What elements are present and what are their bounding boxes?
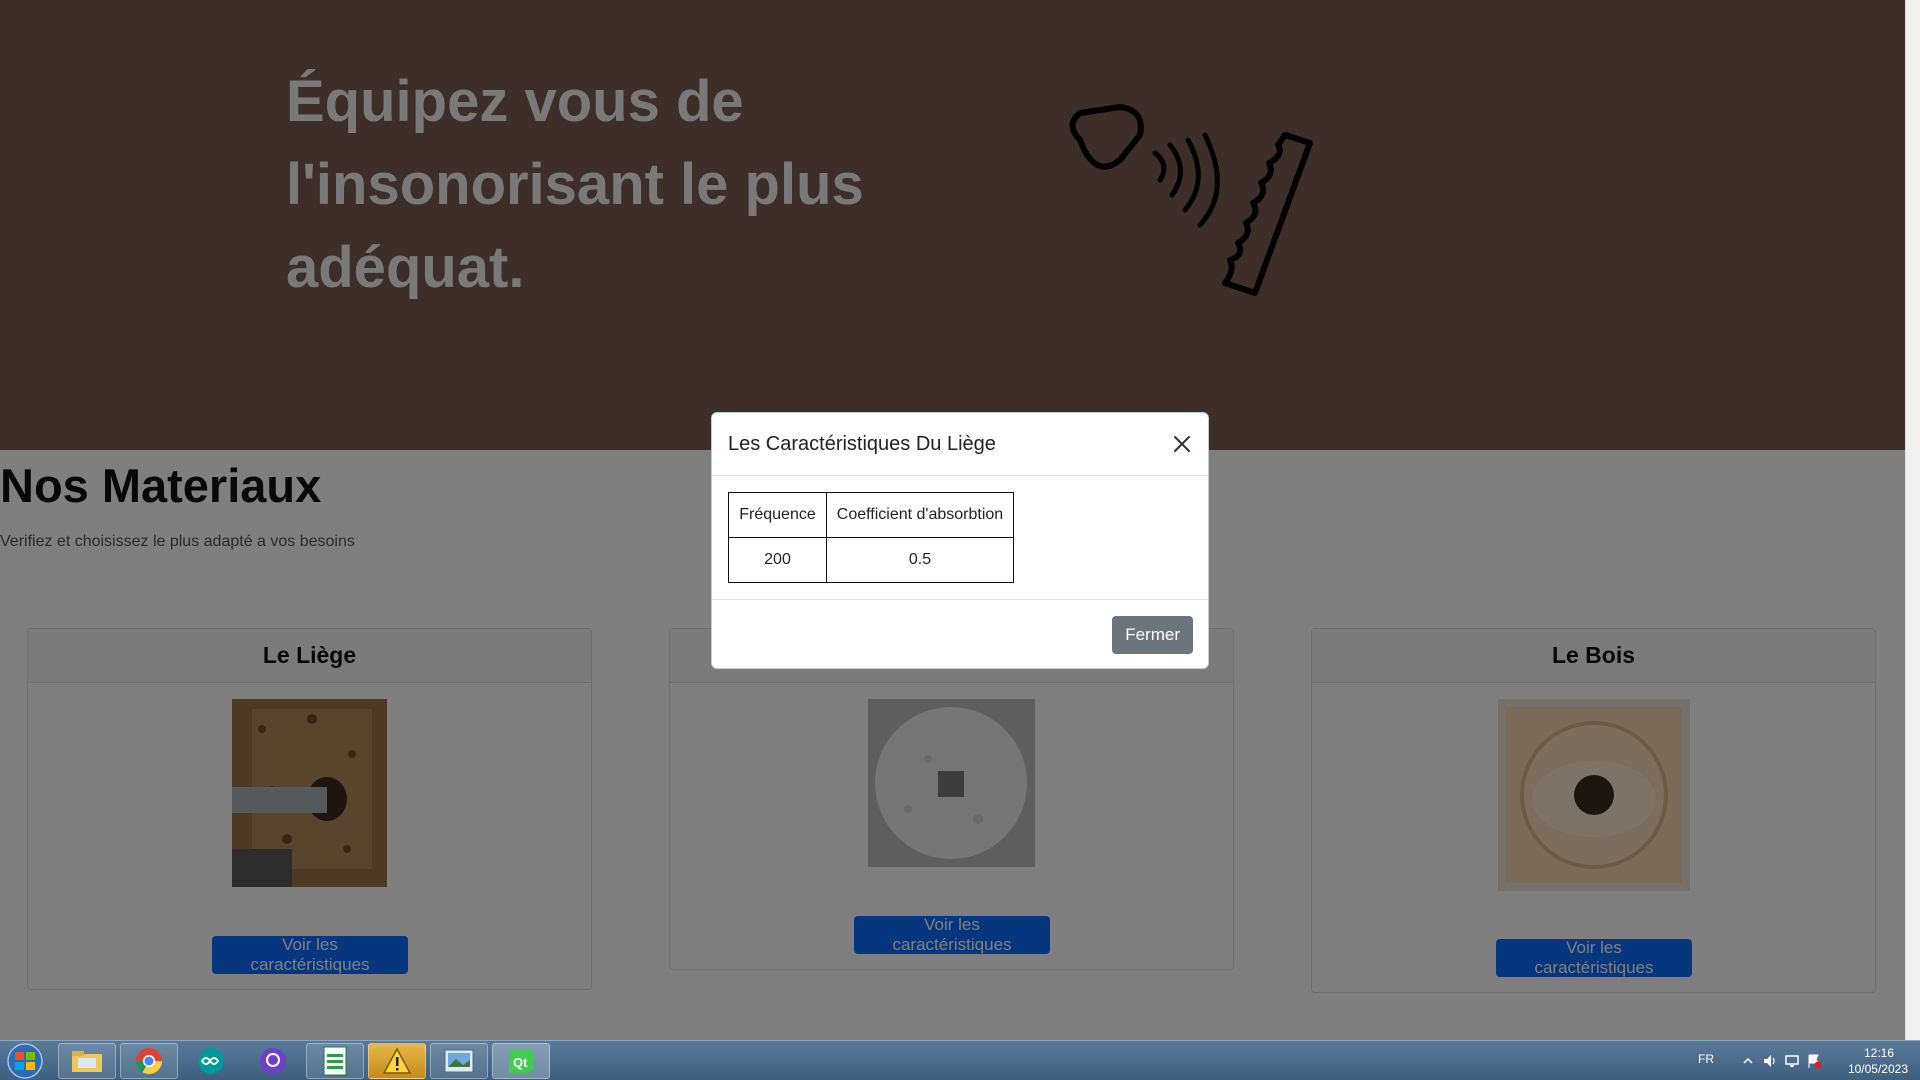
chrome-icon[interactable] [120,1043,178,1079]
network-icon[interactable] [1784,1053,1800,1069]
language-indicator[interactable]: FR [1698,1052,1714,1066]
column-header: Fréquence [728,492,827,538]
spreadsheet-icon[interactable] [306,1043,364,1079]
system-tray: FR 12:16 10/05/2023 [1690,1041,1920,1080]
qt-creator-icon[interactable]: Qt [492,1043,550,1079]
modal-header: Les Caractéristiques Du Liège [712,413,1208,476]
modal-body: Fréquence Coefficient d'absorbtion 200 0… [712,476,1208,599]
volume-icon[interactable] [1762,1053,1778,1069]
action-center-flag-icon[interactable] [1806,1053,1822,1069]
characteristics-table: Fréquence Coefficient d'absorbtion 200 0… [728,492,1014,583]
clock-date[interactable]: 10/05/2023 [1848,1062,1908,1076]
svg-text:Qt: Qt [513,1055,528,1070]
close-modal-button[interactable]: Fermer [1112,616,1193,654]
photo-viewer-icon[interactable] [430,1043,488,1079]
table-cell: 200 [728,537,827,583]
windows-taskbar: Qt FR 12:16 10/05/2023 [0,1040,1920,1080]
modal-footer: Fermer [712,599,1208,670]
column-header: Coefficient d'absorbtion [826,492,1014,538]
table-cell: 0.5 [826,537,1014,583]
show-hidden-icons-icon[interactable] [1740,1053,1756,1069]
modal-title: Les Caractéristiques Du Liège [728,433,996,455]
table-row: 200 0.5 [728,537,1014,583]
start-button-icon[interactable] [2,1042,48,1080]
clock-time[interactable]: 12:16 [1864,1046,1894,1060]
close-icon[interactable] [1170,432,1194,456]
page-scrollbar[interactable] [1905,0,1920,1040]
warning-icon[interactable] [368,1043,426,1079]
arduino-icon[interactable] [182,1043,240,1079]
github-icon[interactable] [244,1043,302,1079]
characteristics-modal: Les Caractéristiques Du Liège Fréquence … [711,412,1209,669]
table-header-row: Fréquence Coefficient d'absorbtion [728,492,1014,538]
file-explorer-icon[interactable] [58,1043,116,1079]
